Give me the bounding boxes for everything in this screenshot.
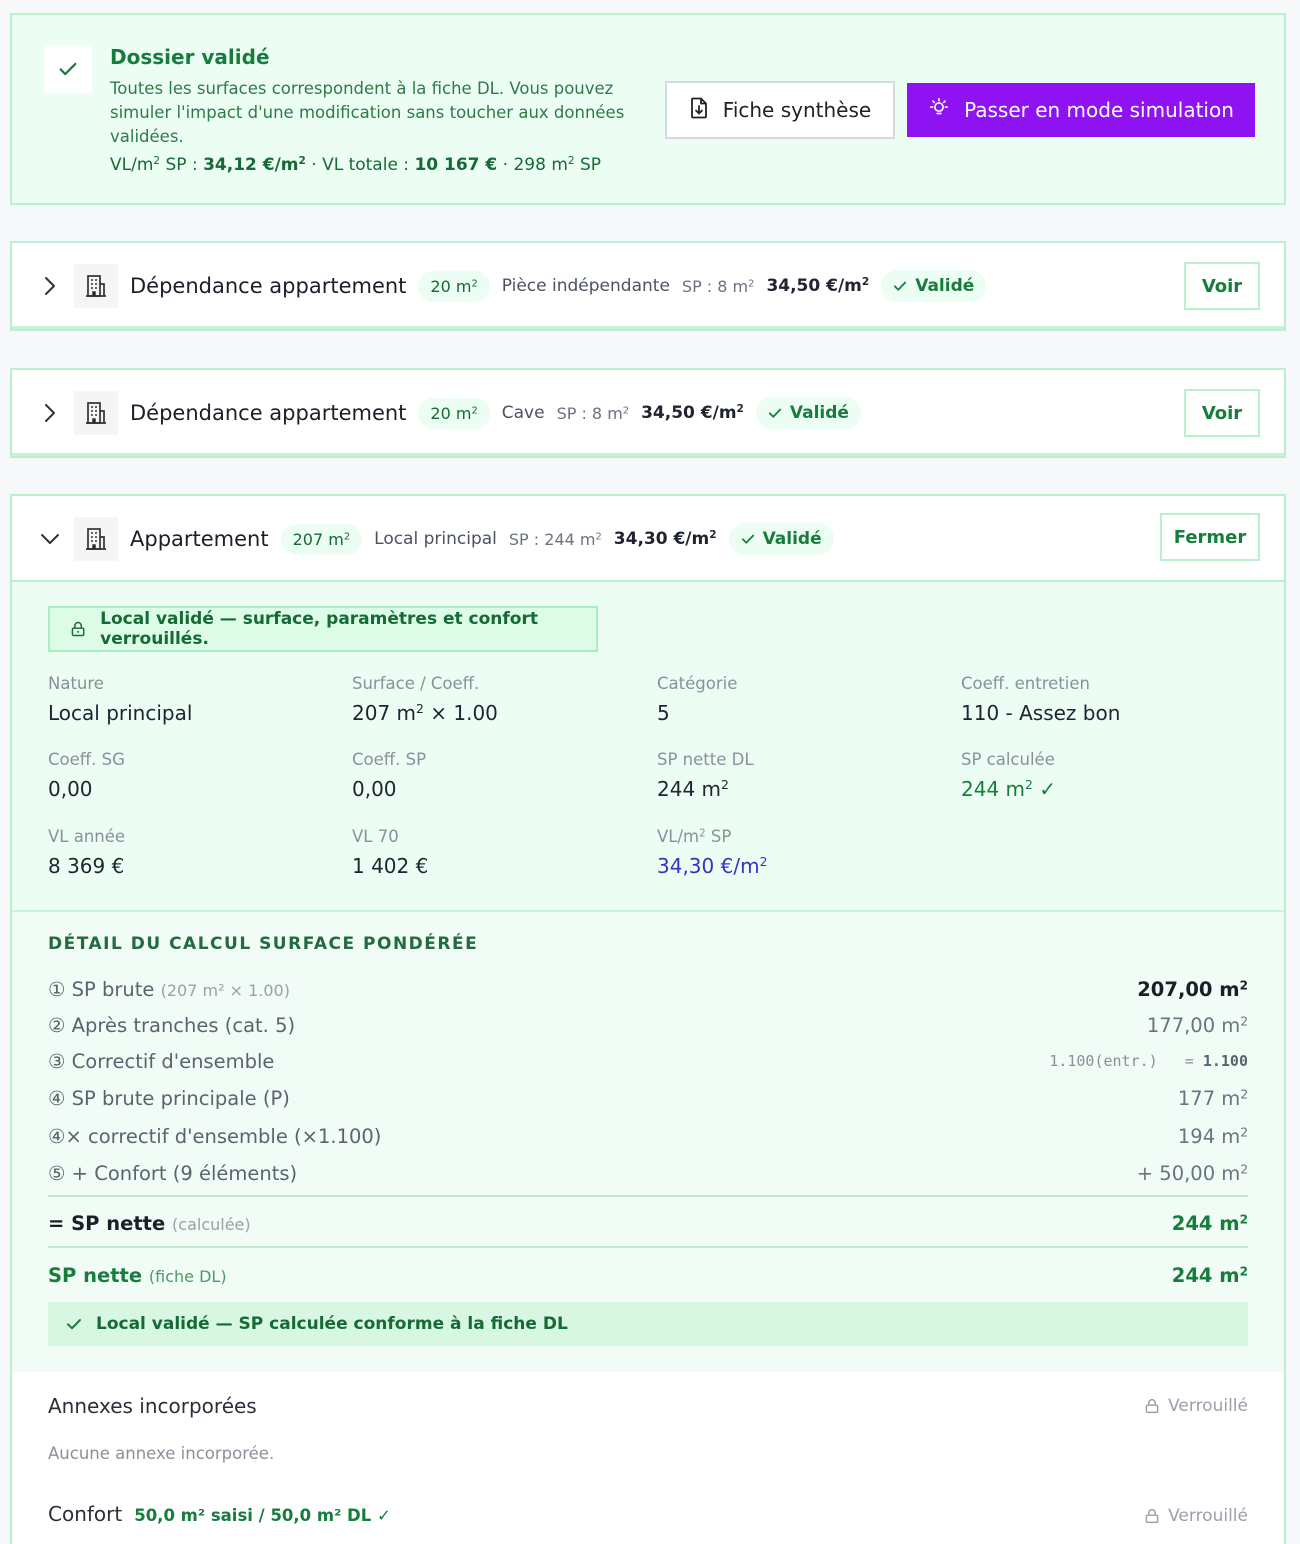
local-header[interactable]: Appartement 207 m2 Local principal SP : …: [12, 496, 1284, 582]
annexes-title: Annexes incorporées: [48, 1394, 257, 1418]
voir-button[interactable]: Voir: [1184, 389, 1260, 437]
area-badge: 207 m2: [280, 523, 363, 555]
field-vl-70: VL 70 1 402 €: [352, 827, 429, 878]
annexes-locked: Verrouillé: [1144, 1396, 1248, 1416]
banner-stats: VL/m2 SP : 34,12 €/m2 · VL totale : 10 1…: [110, 155, 602, 175]
local-vl-per-m2: 34,50 €/m2: [766, 276, 870, 296]
status-badge: Validé: [755, 397, 861, 429]
calc-row: ③ Correctif d'ensemble 1.100(entr.) = 1.…: [48, 1049, 1248, 1073]
confort-title: Confort: [48, 1502, 123, 1526]
field-surface-coeff: Surface / Coeff. 207 m2 × 1.00: [352, 674, 498, 725]
field-coeff-sp: Coeff. SP 0,00: [352, 750, 427, 801]
field-coeff-entretien: Coeff. entretien 110 - Assez bon: [961, 674, 1121, 725]
conformity-message: Local validé — SP calculée conforme à la…: [48, 1302, 1248, 1346]
confort-locked: Verrouillé: [1144, 1506, 1248, 1526]
simulation-mode-button[interactable]: Passer en mode simulation: [907, 83, 1255, 137]
building-icon: [74, 391, 118, 435]
local-card: Dépendance appartement 20 m2 Pièce indép…: [10, 241, 1286, 331]
area-badge: 20 m2: [418, 270, 490, 302]
local-name: Dépendance appartement: [130, 274, 407, 298]
local-kind: Local principal: [374, 529, 497, 549]
validation-banner: Dossier validé Toutes les surfaces corre…: [10, 13, 1286, 205]
check-icon: [44, 45, 92, 93]
field-sp-nette-dl: SP nette DL 244 m2: [657, 750, 754, 801]
local-vl-per-m2: 34,30 €/m2: [613, 529, 717, 549]
calc-row: ① SP brute (207 m² × 1.00) 207,00 m2: [48, 977, 1248, 1001]
local-kind: Cave: [501, 403, 545, 423]
local-details: Local validé — surface, paramètres et co…: [12, 582, 1284, 912]
fiche-synthese-label: Fiche synthèse: [722, 98, 872, 122]
voir-button[interactable]: Voir: [1184, 262, 1260, 310]
field-coeff-sg: Coeff. SG 0,00: [48, 750, 125, 801]
fiche-synthese-button[interactable]: Fiche synthèse: [665, 81, 895, 139]
calc-title: DÉTAIL DU CALCUL SURFACE PONDÉRÉE: [48, 934, 479, 954]
check-icon: [894, 281, 907, 291]
field-vl-per-m2-sp: VL/m2 SP 34,30 €/m2: [657, 827, 768, 878]
lock-icon: [1145, 1398, 1159, 1414]
local-vl-per-m2: 34,50 €/m2: [641, 403, 744, 423]
calc-detail: DÉTAIL DU CALCUL SURFACE PONDÉRÉE ① SP b…: [12, 912, 1284, 1372]
check-icon: [741, 534, 754, 544]
lock-icon: [71, 621, 85, 637]
calc-row: ② Après tranches (cat. 5) 177,00 m2: [48, 1013, 1248, 1037]
local-name: Appartement: [130, 527, 269, 551]
calc-dl-row: SP nette (fiche DL) 244 m2: [48, 1263, 1248, 1287]
field-categorie: Catégorie 5: [657, 674, 738, 725]
local-sp: SP : 8 m2: [556, 403, 630, 423]
local-sp: SP : 244 m2: [508, 529, 602, 549]
status-badge: Validé: [728, 523, 834, 555]
chevron-right-icon[interactable]: [40, 273, 60, 299]
local-name: Dépendance appartement: [130, 401, 407, 425]
chevron-down-icon[interactable]: [40, 526, 60, 552]
divider: [48, 1246, 1248, 1248]
divider: [48, 1195, 1248, 1197]
local-kind: Pièce indépendante: [501, 276, 670, 296]
banner-title: Dossier validé: [110, 45, 270, 69]
calc-row: ⑤ + Confort (9 éléments) + 50,00 m2: [48, 1161, 1248, 1185]
banner-description: Toutes les surfaces correspondent à la f…: [110, 79, 625, 146]
check-icon: [67, 1319, 81, 1330]
calc-row: ④ SP brute principale (P) 177 m2: [48, 1086, 1248, 1110]
local-header[interactable]: Dépendance appartement 20 m2 Cave SP : 8…: [12, 370, 1284, 456]
confort-row: Confort 50,0 m² saisi / 50,0 m² DL ✓: [48, 1502, 391, 1526]
simulation-mode-label: Passer en mode simulation: [964, 98, 1234, 122]
local-card-expanded: Appartement 207 m2 Local principal SP : …: [10, 494, 1286, 1544]
fermer-button[interactable]: Fermer: [1160, 513, 1260, 561]
annexes-section: Annexes incorporées Verrouillé Aucune an…: [12, 1372, 1284, 1544]
lock-icon: [1145, 1508, 1159, 1524]
field-sp-calculee: SP calculée 244 m2 ✓: [961, 750, 1057, 801]
status-badge: Validé: [881, 270, 987, 302]
lock-banner: Local validé — surface, paramètres et co…: [48, 606, 598, 652]
calc-total-row: = SP nette (calculée) 244 m2: [48, 1211, 1248, 1235]
lightbulb-icon: [928, 97, 950, 124]
check-icon: [768, 408, 781, 418]
building-icon: [74, 264, 118, 308]
field-nature: Nature Local principal: [48, 674, 193, 725]
document-download-icon: [689, 97, 709, 124]
local-sp: SP : 8 m2: [681, 276, 755, 296]
building-icon: [74, 517, 118, 561]
local-header[interactable]: Dépendance appartement 20 m2 Pièce indép…: [12, 243, 1284, 329]
field-vl-annee: VL année 8 369 €: [48, 827, 126, 878]
chevron-right-icon[interactable]: [40, 400, 60, 426]
calc-row: ④× correctif d'ensemble (×1.100) 194 m2: [48, 1124, 1248, 1148]
area-badge: 20 m2: [418, 397, 490, 429]
annexes-empty: Aucune annexe incorporée.: [48, 1444, 275, 1463]
local-card: Dépendance appartement 20 m2 Cave SP : 8…: [10, 368, 1286, 458]
confort-status: 50,0 m² saisi / 50,0 m² DL ✓: [134, 1506, 391, 1525]
